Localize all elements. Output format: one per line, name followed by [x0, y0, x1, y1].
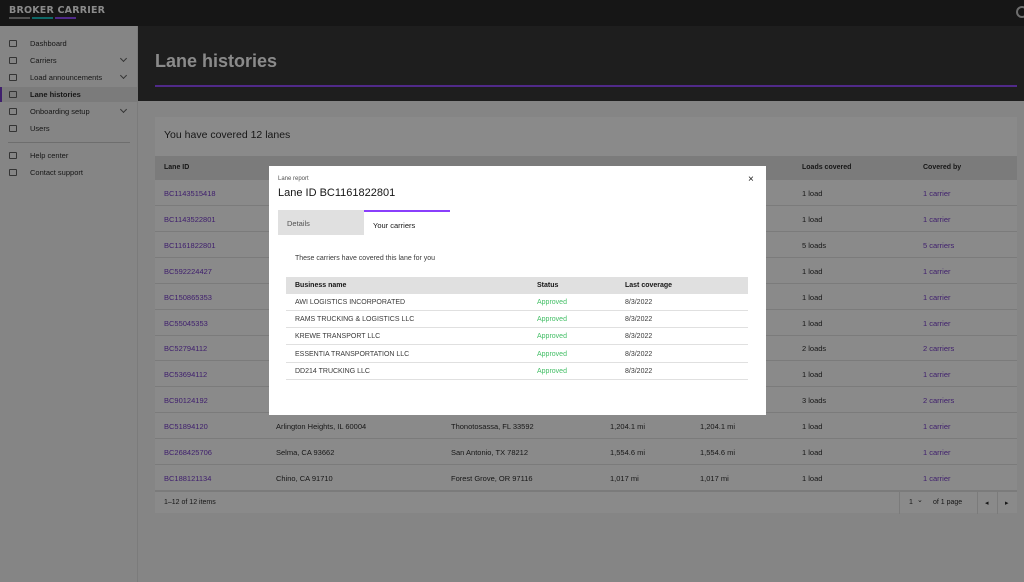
cell-date: 8/3/2022: [625, 316, 653, 324]
close-icon[interactable]: ×: [748, 174, 754, 185]
lane-report-modal: Lane report Lane ID BC1161822801 × Detai…: [269, 166, 766, 415]
column-header-business-name[interactable]: Business name: [295, 282, 346, 289]
cell-name: RAMS TRUCKING & LOGISTICS LLC: [295, 316, 415, 324]
cell-date: 8/3/2022: [625, 299, 653, 306]
carrier-row: RAMS TRUCKING & LOGISTICS LLC Approved 8/3…: [286, 311, 748, 329]
tab-label: Your carriers: [373, 221, 416, 230]
cell-status: Approved: [537, 350, 567, 358]
cell-name: KREWE TRANSPORT LLC: [295, 333, 381, 341]
column-header-status[interactable]: Status: [537, 282, 558, 289]
cell-date: 8/3/2022: [625, 350, 653, 358]
carrier-row: DD214 TRUCKING LLC Approved 8/3/2022: [286, 363, 748, 380]
cell-status: Approved: [537, 367, 567, 375]
cell-status: Approved: [537, 316, 567, 324]
cell-name: ESSENTIA TRANSPORTATION LLC: [295, 350, 410, 358]
cell-date: 8/3/2022: [625, 333, 653, 341]
tab-your-carriers[interactable]: Your carriers: [364, 210, 450, 235]
cell-name: AWI LOGISTICS INCORPORATED: [295, 299, 406, 306]
carrier-row: AWI LOGISTICS INCORPORATED Approved 8/3/20…: [286, 294, 748, 311]
modal-label: Lane report: [278, 176, 309, 182]
tab-details[interactable]: Details: [278, 210, 364, 235]
carrier-row: ESSENTIA TRANSPORTATION LLC Approved 8/3/2…: [286, 346, 748, 363]
column-header-last-coverage[interactable]: Last coverage: [625, 282, 672, 289]
carrier-row: KREWE TRANSPORT LLC Approved 8/3/2022: [286, 328, 748, 346]
carriers-table-header: Business name Status Last coverage: [286, 277, 748, 294]
modal-description: These carriers have covered this lane fo…: [295, 255, 436, 262]
cell-name: DD214 TRUCKING LLC: [295, 367, 370, 375]
cell-status: Approved: [537, 333, 567, 341]
cell-status: Approved: [537, 299, 567, 306]
modal-title: Lane ID BC1161822801: [278, 187, 396, 199]
cell-date: 8/3/2022: [625, 367, 653, 375]
tab-label: Details: [287, 219, 310, 228]
